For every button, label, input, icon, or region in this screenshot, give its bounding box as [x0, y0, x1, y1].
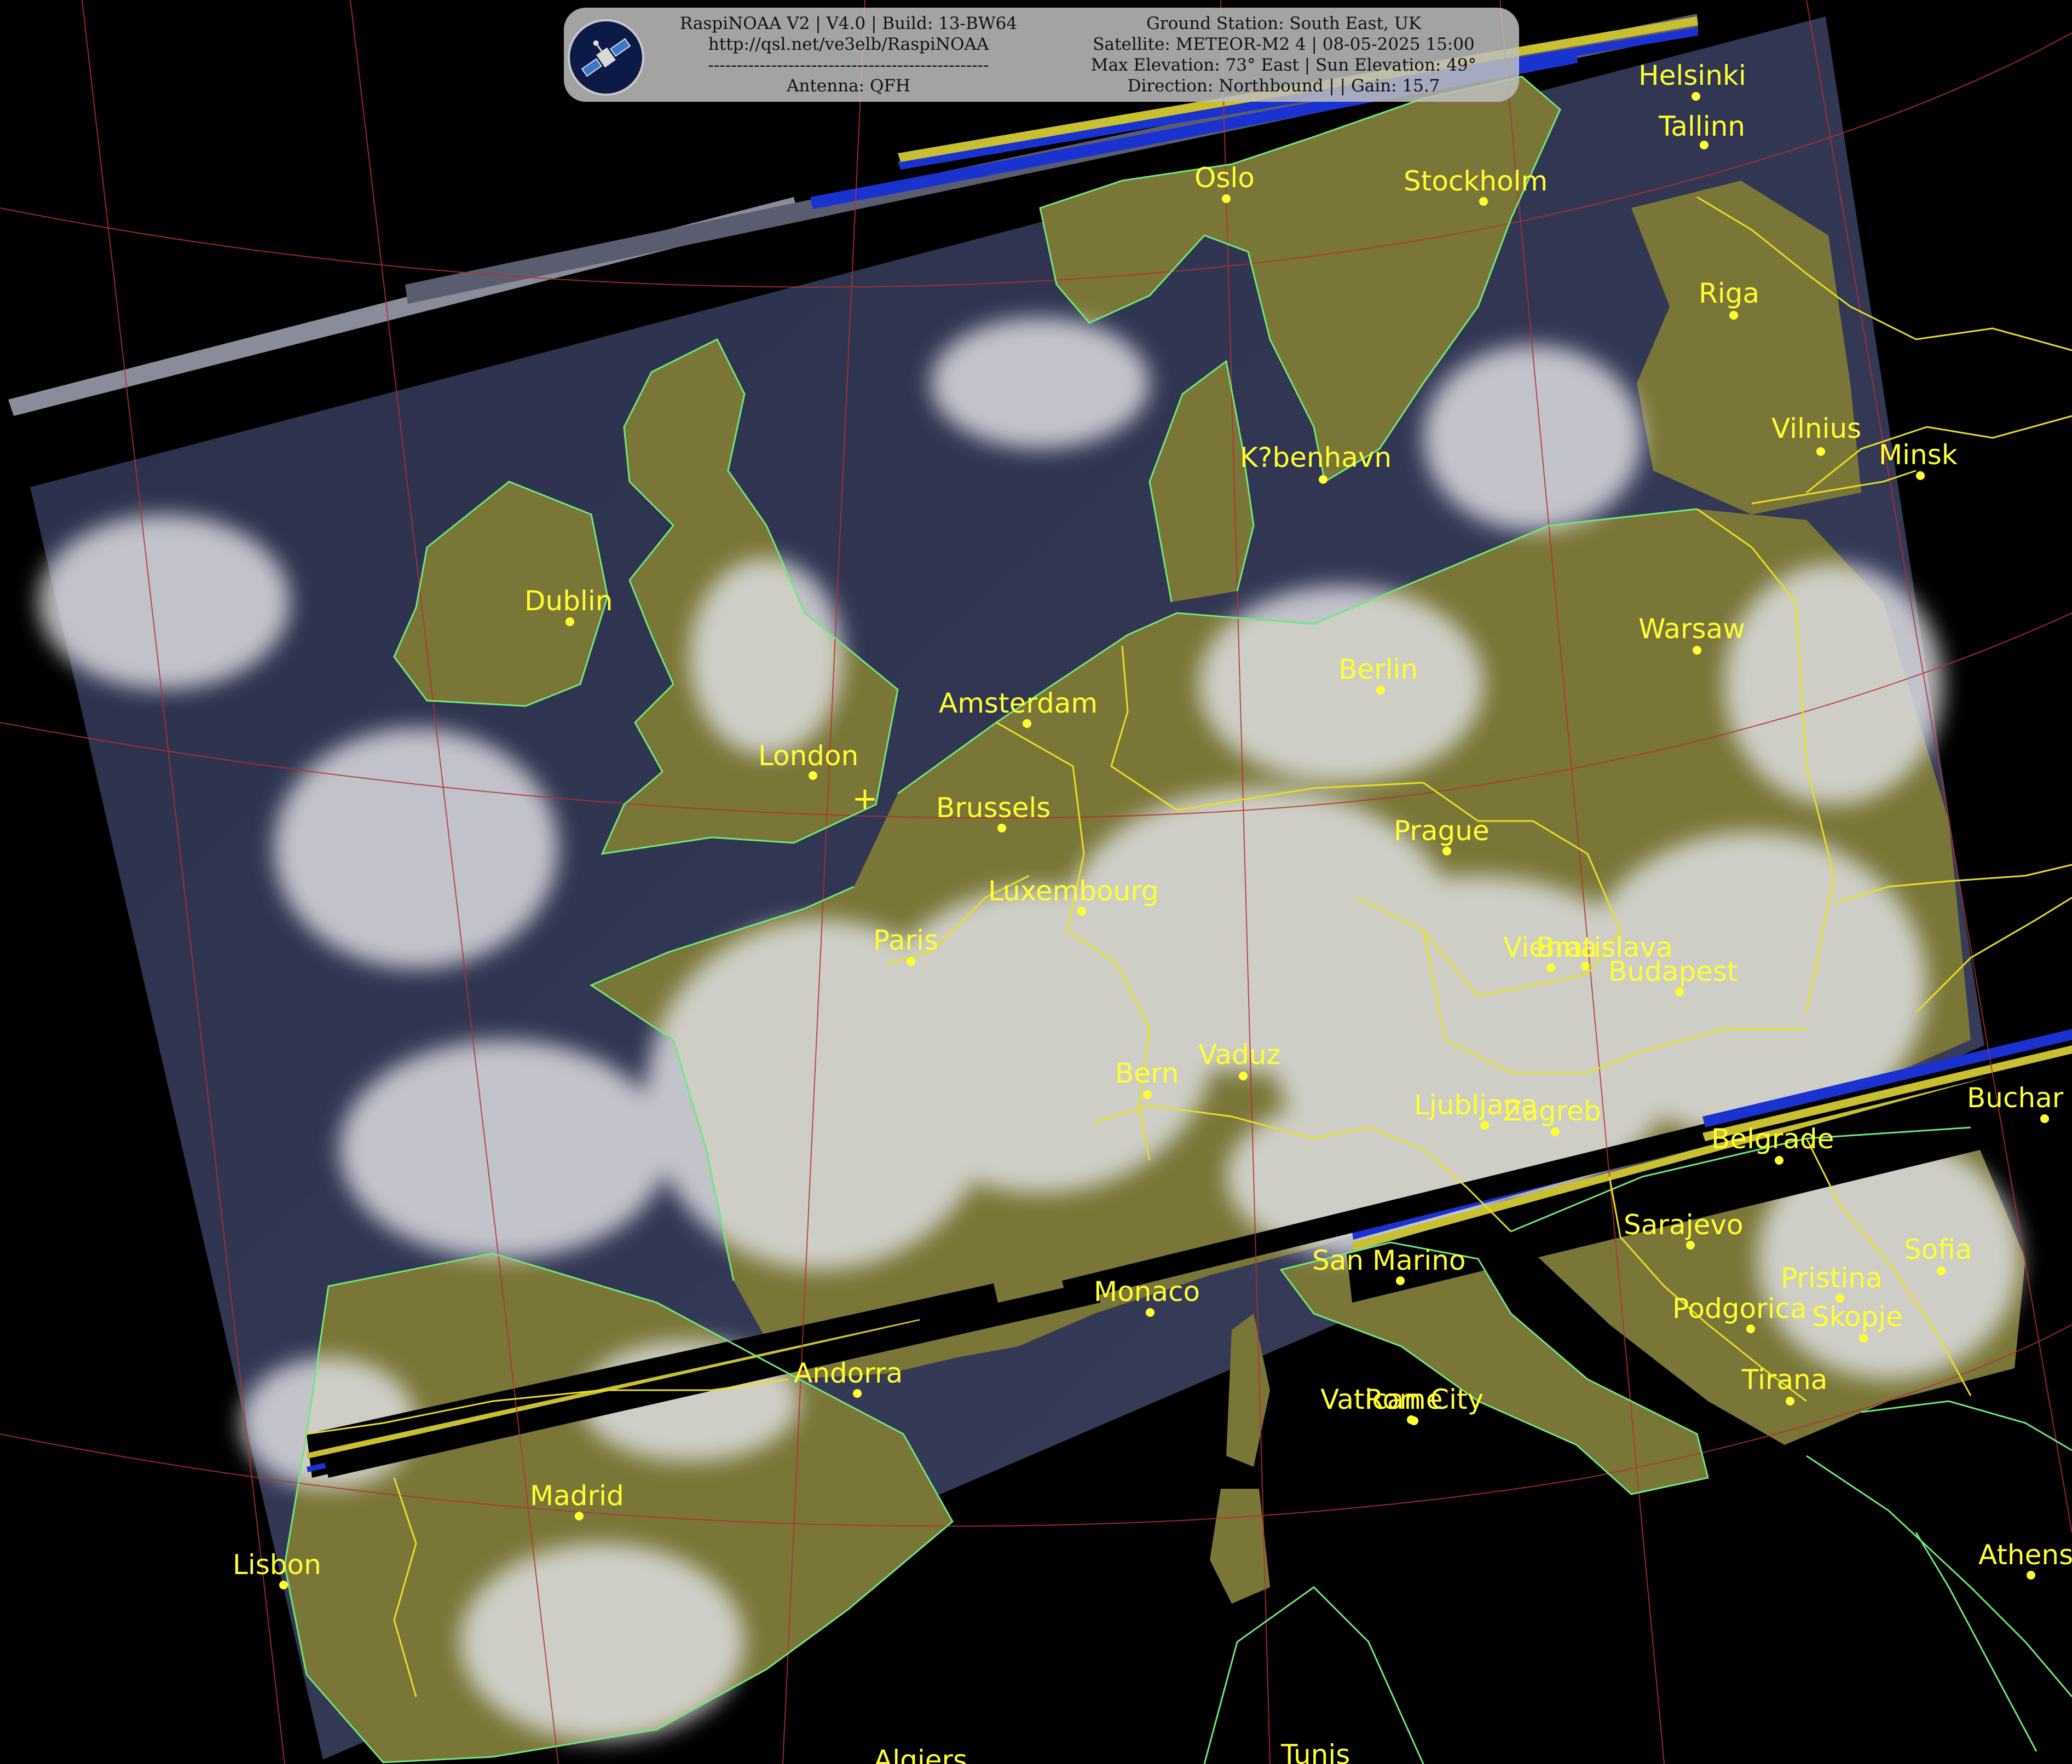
city-dot-amsterdam — [1023, 719, 1031, 728]
city-dot-warsaw — [1693, 646, 1701, 655]
city-label-madrid: Madrid — [530, 1480, 624, 1512]
city-label-skopje: Skopje — [1812, 1301, 1903, 1333]
city-dot-london — [809, 771, 817, 780]
city-dot-luxembourg — [1077, 907, 1086, 916]
city-label-helsinki: Helsinki — [1638, 60, 1746, 91]
city-label-tallinn: Tallinn — [1658, 111, 1745, 142]
city-label-dublin: Dublin — [524, 585, 613, 617]
city-dot-k-benhavn — [1319, 475, 1328, 484]
city-label-k-benhavn: K?benhavn — [1240, 442, 1392, 473]
header-satellite-line: Satellite: METEOR-M2 4 | 08-05-2025 15:0… — [1093, 34, 1475, 54]
header-divider-line: ----------------------------------------… — [708, 55, 989, 75]
city-label-vaduz: Vaduz — [1198, 1039, 1281, 1071]
city-dot-prague — [1442, 847, 1451, 855]
city-dot-vilnius — [1816, 447, 1825, 456]
city-dot-skopje — [1859, 1334, 1868, 1343]
city-dot-brussels — [997, 824, 1006, 832]
satellite-logo-icon — [568, 19, 644, 96]
city-label-warsaw: Warsaw — [1638, 613, 1745, 645]
satellite-map: + Helsinki Tallinn Oslo Stockholm Riga Vilniu… — [0, 0, 2072, 1764]
city-label-oslo: Oslo — [1194, 162, 1255, 194]
city-dot-bern — [1143, 1090, 1152, 1099]
city-dot-san-marino — [1396, 1276, 1405, 1285]
city-label-buchar: Buchar — [1967, 1082, 2064, 1114]
city-label-andorra: Andorra — [794, 1357, 903, 1389]
city-label-lisbon: Lisbon — [233, 1549, 321, 1581]
city-label-podgorica: Podgorica — [1672, 1293, 1807, 1325]
city-label-riga: Riga — [1699, 277, 1759, 309]
city-label-berlin: Berlin — [1338, 653, 1418, 685]
city-label-rome: Rome — [1365, 1384, 1443, 1415]
city-label-sofia: Sofia — [1904, 1234, 1972, 1265]
header-antenna-line: Antenna: QFH — [787, 76, 910, 96]
city-dot-ljubljana — [1480, 1121, 1489, 1130]
city-dot-rome — [1410, 1416, 1418, 1425]
city-label-san-marino: San Marino — [1312, 1245, 1465, 1276]
city-label-london: London — [758, 740, 858, 772]
city-label-sarajevo: Sarajevo — [1624, 1209, 1743, 1241]
city-label-tirana: Tirana — [1741, 1364, 1827, 1396]
city-dot-athens — [2027, 1571, 2035, 1580]
city-label-vilnius: Vilnius — [1771, 413, 1861, 444]
city-label-stockholm: Stockholm — [1404, 165, 1548, 197]
city-label-paris: Paris — [873, 924, 938, 956]
city-dot-podgorica — [1746, 1325, 1755, 1333]
city-dot-budapest — [1675, 987, 1684, 996]
city-dot-monaco — [1146, 1308, 1155, 1317]
city-dot-buchar — [2040, 1114, 2049, 1123]
city-dot-vienna — [1546, 963, 1555, 972]
city-dot-madrid — [575, 1512, 584, 1520]
city-label-brussels: Brussels — [936, 792, 1051, 824]
satellite-image: + Helsinki Tallinn Oslo Stockholm Riga Vilniu… — [0, 0, 2072, 1764]
city-label-minsk: Minsk — [1879, 439, 1958, 471]
city-dot-vaduz — [1239, 1072, 1248, 1080]
city-label-bern: Bern — [1115, 1057, 1179, 1089]
city-dot-sofia — [1937, 1266, 1946, 1275]
city-dot-zagreb — [1551, 1127, 1560, 1136]
city-dot-tirana — [1786, 1397, 1794, 1406]
header-url-line[interactable]: http://qsl.net/ve3elb/RaspiNOAA — [651, 34, 1046, 55]
city-label-prague: Prague — [1394, 815, 1490, 847]
city-label-tunis: Tunis — [1280, 1739, 1350, 1764]
city-dot-berlin — [1376, 686, 1385, 695]
city-dot-sarajevo — [1686, 1241, 1695, 1250]
city-label-algiers: Algiers — [874, 1744, 967, 1764]
header-version-line: RaspiNOAA V2 | V4.0 | Build: 13-BW64 — [679, 14, 1018, 33]
header-direction-line: Direction: Northbound | | Gain: 15.7 — [1127, 76, 1440, 96]
city-label-luxembourg: Luxembourg — [988, 875, 1159, 907]
city-dot-helsinki — [1692, 92, 1700, 101]
city-dot-andorra — [853, 1389, 862, 1398]
city-dot-belgrade — [1775, 1156, 1784, 1165]
header-station-line: Ground Station: South East, UK — [1146, 14, 1421, 33]
city-label-monaco: Monaco — [1094, 1276, 1200, 1308]
header-elevation-line: Max Elevation: 73° East | Sun Elevation:… — [1090, 55, 1477, 75]
city-dot-minsk — [1916, 471, 1925, 480]
city-label-belgrade: Belgrade — [1711, 1123, 1834, 1155]
city-dot-riga — [1729, 311, 1738, 320]
header-right-block: Ground Station: South East, UK Satellite… — [1057, 13, 1511, 96]
city-dot-lisbon — [279, 1581, 288, 1589]
city-dot-stockholm — [1479, 197, 1488, 206]
city-dot-dublin — [565, 617, 574, 626]
city-label-budapest: Budapest — [1608, 956, 1738, 987]
city-label-athens: Athens — [1978, 1539, 2072, 1571]
city-label-pristina: Pristina — [1781, 1262, 1883, 1294]
city-dot-paris — [907, 957, 915, 966]
ground-station-marker: + — [852, 781, 878, 817]
city-label-amsterdam: Amsterdam — [939, 687, 1098, 719]
header-left-block: RaspiNOAA V2 | V4.0 | Build: 13-BW64 htt… — [651, 13, 1046, 96]
city-dot-oslo — [1222, 194, 1231, 203]
city-label-zagreb: Zagreb — [1503, 1095, 1601, 1127]
